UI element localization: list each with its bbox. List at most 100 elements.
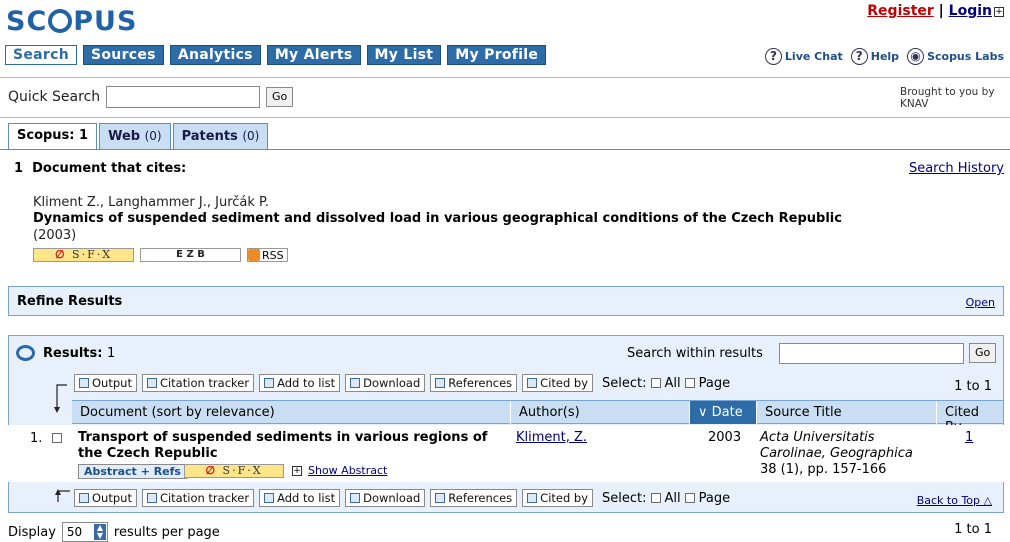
column-authors[interactable]: Author(s) <box>511 401 690 424</box>
brought-to-you-text: Brought to you by KNAV <box>900 86 995 110</box>
sfx-label: S·F·X <box>72 248 113 261</box>
add-to-list-button[interactable]: Add to list <box>259 489 341 507</box>
select-page-checkbox[interactable] <box>684 378 695 388</box>
tab-search[interactable]: Search <box>5 45 77 65</box>
download-button[interactable]: Download <box>345 489 426 507</box>
tab-patents-label: Patents <box>181 129 238 144</box>
results-heading: Results: 1 <box>43 346 115 361</box>
back-to-top-label: Back to Top <box>916 494 981 507</box>
add-to-list-label: Add to list <box>277 491 336 505</box>
download-label: Download <box>363 491 421 505</box>
output-button[interactable]: Output <box>74 374 137 392</box>
live-chat-label: Live Chat <box>784 50 843 63</box>
per-page-select[interactable]: 50 ▲ ▼ <box>61 522 108 542</box>
select-all-label: All <box>664 490 681 506</box>
output-label: Output <box>92 376 132 390</box>
results-toolbar-top: Output Citation tracker Add to list Down… <box>74 374 730 392</box>
show-abstract-toggle[interactable]: + Show Abstract <box>290 464 387 477</box>
row-sfx-button[interactable]: ∅ S·F·X <box>184 464 284 478</box>
row-author-link[interactable]: Kliment, Z. <box>516 430 587 445</box>
column-cited-by[interactable]: Cited By <box>937 401 1003 435</box>
references-icon <box>435 493 446 503</box>
citation-tracker-button[interactable]: Citation tracker <box>141 374 255 392</box>
sfx-button[interactable]: ∅ S·F·X <box>33 248 134 262</box>
tab-my-list[interactable]: My List <box>366 45 442 65</box>
display-label: Display <box>8 524 56 540</box>
cited-by-label: Cited by <box>540 491 589 505</box>
scopus-labs-link[interactable]: ◉ Scopus Labs <box>907 48 1004 65</box>
tab-web-count: (0) <box>144 129 162 143</box>
tab-sources[interactable]: Sources <box>83 45 164 65</box>
help-label: Help <box>870 50 900 63</box>
tab-patents[interactable]: Patents (0) <box>172 123 269 149</box>
references-button[interactable]: References <box>430 489 518 507</box>
row-source-detail: 38 (1), pp. 157-166 <box>760 462 887 477</box>
back-to-top-link[interactable]: Back to Top △ <box>917 494 992 507</box>
chart-icon <box>146 378 157 388</box>
add-to-list-button[interactable]: Add to list <box>259 374 341 392</box>
search-within-go-button[interactable]: Go <box>969 343 997 363</box>
refine-results-panel: Refine Results Open <box>8 286 1004 316</box>
expand-plus-icon[interactable]: + <box>994 7 1004 17</box>
column-source[interactable]: Source Title <box>757 401 937 424</box>
cited-doc-year: (2003) <box>33 228 77 243</box>
quick-search-input[interactable] <box>106 86 260 108</box>
select-all-checkbox[interactable] <box>650 378 661 388</box>
register-link[interactable]: Register <box>867 3 934 19</box>
references-label: References <box>448 491 513 505</box>
tab-my-alerts[interactable]: My Alerts <box>266 45 361 65</box>
select-page-label: Page <box>698 375 731 391</box>
expand-plus-icon: + <box>292 465 302 476</box>
row-number: 1. <box>30 431 43 446</box>
spinner-icon: ▲ ▼ <box>93 524 106 540</box>
download-button[interactable]: Download <box>345 374 426 392</box>
rss-button[interactable]: RSS <box>247 248 288 262</box>
citation-tracker-label: Citation tracker <box>159 491 250 505</box>
rss-label: RSS <box>262 248 284 262</box>
refine-open-link[interactable]: Open <box>966 296 995 309</box>
results-range-bottom: 1 to 1 <box>954 522 992 537</box>
row-title[interactable]: Transport of suspended sediments in vari… <box>78 430 510 462</box>
show-abstract-link[interactable]: Show Abstract <box>308 464 387 477</box>
search-history-link[interactable]: Search History <box>909 161 1004 176</box>
row-checkbox[interactable] <box>52 433 62 443</box>
tab-scopus[interactable]: Scopus: 1 <box>8 123 98 150</box>
select-page-checkbox[interactable] <box>684 493 695 503</box>
tab-analytics[interactable]: Analytics <box>169 45 261 65</box>
divider <box>0 117 1010 118</box>
tab-my-profile[interactable]: My Profile <box>447 45 547 65</box>
output-icon <box>79 493 89 503</box>
select-all-checkbox[interactable] <box>650 493 661 503</box>
select-controls: Select: All Page <box>602 491 730 506</box>
column-document[interactable]: Document (sort by relevance) <box>72 401 511 424</box>
separator: | <box>938 3 944 19</box>
scopus-logo[interactable]: SC PUS <box>6 6 137 37</box>
cites-heading: 1 Document that cites: <box>14 161 187 176</box>
output-button[interactable]: Output <box>74 489 137 507</box>
per-page-label: results per page <box>113 524 220 540</box>
help-link[interactable]: ? Help <box>850 48 900 65</box>
add-to-list-label: Add to list <box>277 376 336 390</box>
chat-icon: ? <box>764 48 782 65</box>
labs-label: Scopus Labs <box>927 50 1004 63</box>
ezb-button[interactable]: E Z B <box>140 248 241 262</box>
abstract-refs-button[interactable]: Abstract + Refs <box>78 464 187 479</box>
cited-by-button[interactable]: Cited by <box>522 489 594 507</box>
select-label: Select: <box>602 375 647 391</box>
references-icon <box>435 378 446 388</box>
output-icon <box>79 378 89 388</box>
add-list-icon <box>264 493 275 503</box>
column-date[interactable]: ∨ Date <box>690 401 757 424</box>
citation-tracker-button[interactable]: Citation tracker <box>141 489 255 507</box>
tab-web[interactable]: Web (0) <box>99 123 171 149</box>
search-within-input[interactable] <box>779 343 964 364</box>
account-links: Register | Login + <box>867 3 1004 19</box>
login-link[interactable]: Login <box>949 3 992 19</box>
live-chat-link[interactable]: ? Live Chat <box>764 48 843 65</box>
cited-by-button[interactable]: Cited by <box>522 374 594 392</box>
quick-search-go-button[interactable]: Go <box>266 87 294 107</box>
row-cited-by-link[interactable]: 1 <box>965 430 973 445</box>
references-button[interactable]: References <box>430 374 518 392</box>
search-within-label: Search within results <box>627 346 763 361</box>
per-page-control: Display 50 ▲ ▼ results per page <box>8 522 220 542</box>
